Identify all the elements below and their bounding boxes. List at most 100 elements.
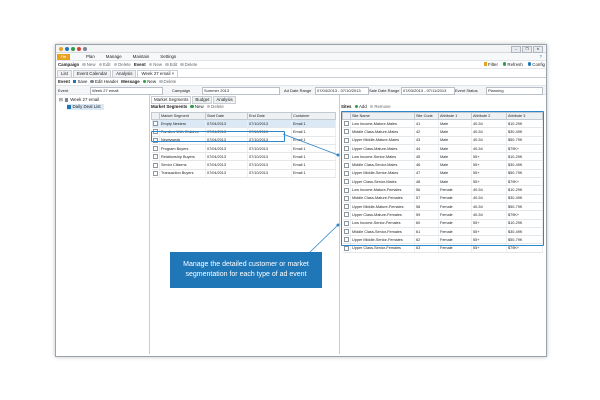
col-site-code[interactable]: Site Code [414, 112, 439, 120]
back-icon[interactable] [65, 46, 69, 51]
menu-maintain[interactable]: Maintain [133, 54, 150, 59]
tab-list[interactable]: List [57, 70, 72, 77]
config-button[interactable]: Config [527, 62, 545, 67]
row-checkbox[interactable] [343, 220, 349, 226]
col-start-date[interactable]: Start Date [205, 112, 248, 120]
campaign-edit-button[interactable]: Edit [98, 62, 111, 67]
message-delete-button[interactable]: Delete [159, 79, 176, 84]
col-end-date[interactable]: End Date [247, 112, 292, 120]
col-container[interactable]: Container [291, 112, 336, 120]
tree-expand-icon[interactable]: ⊟ [59, 97, 63, 103]
site-row[interactable]: Low Income-Mature-Females 56 Female 40-54 $1… [342, 185, 543, 195]
tab-market-segments[interactable]: Market Segments [151, 96, 192, 104]
select-all-header[interactable] [151, 112, 160, 120]
segment-row[interactable]: Senior Citizens 07/04/2013 07/10/2013 Email… [151, 160, 336, 170]
row-checkbox[interactable] [343, 121, 349, 127]
tab-center-analysis[interactable]: Analysis [213, 96, 236, 104]
save-button[interactable]: Save [72, 79, 87, 84]
site-row[interactable]: Upper Middle-Senior-Females 62 Female 55+ $5… [342, 235, 543, 245]
refresh-button[interactable]: Refresh [502, 62, 523, 67]
site-row[interactable]: Low Income-Mature-Males 41 Male 40-54 $10-29… [342, 119, 543, 129]
row-checkbox[interactable] [343, 170, 349, 176]
stop-icon[interactable] [77, 46, 81, 51]
event-field[interactable]: Week 27 email [90, 87, 163, 95]
row-checkbox[interactable] [343, 179, 349, 185]
site-row[interactable]: Middle Class-Mature-Females 57 Female 40-54… [342, 194, 543, 203]
campaign-delete-button[interactable]: Delete [113, 62, 131, 67]
event-new-button[interactable]: New [148, 62, 162, 67]
site-row[interactable]: Upper Class-Mature-Males 44 Male 40-54 $79K+ [342, 144, 543, 154]
home-icon[interactable] [83, 46, 87, 51]
row-checkbox[interactable] [343, 187, 349, 193]
row-checkbox[interactable] [343, 237, 349, 243]
menu-plan[interactable]: Plan [86, 54, 95, 59]
col-attribute-2[interactable]: Attribute 2 [471, 112, 507, 120]
campaign-field[interactable]: Summer 2013 [202, 87, 280, 95]
close-icon[interactable]: × [172, 71, 175, 76]
site-row[interactable]: Low Income-Senior-Females 60 Female 55+ $10-… [342, 219, 543, 228]
row-checkbox[interactable] [343, 195, 349, 201]
menu-settings[interactable]: Settings [160, 54, 176, 59]
tab-budget[interactable]: Budget [192, 96, 213, 104]
ad-date-range-field[interactable]: 07/04/2013 - 07/10/2013 [315, 87, 369, 95]
site-add-button[interactable]: Add [354, 104, 367, 109]
row-checkbox[interactable] [152, 170, 158, 176]
event-delete-button[interactable]: Delete [180, 62, 197, 67]
row-checkbox[interactable] [152, 162, 158, 168]
site-row[interactable]: Upper Middle-Mature-Males 43 Male 40-54 $50-… [342, 136, 543, 145]
tab-event-calendar[interactable]: Event Calendar [72, 70, 112, 77]
site-row[interactable]: Middle Class-Senior-Males 46 Male 55+ $30-49… [342, 160, 543, 170]
tree-item-week-27[interactable]: ⊟ Week 27 email [59, 97, 99, 103]
tab-week-27-email[interactable]: Week 27 email × [137, 70, 179, 77]
forward-icon[interactable] [71, 46, 75, 51]
campaign-new-button[interactable]: New [82, 62, 96, 67]
row-checkbox[interactable] [343, 162, 349, 168]
message-new-button[interactable]: New [142, 79, 156, 84]
site-remove-button[interactable]: Remove [369, 104, 391, 109]
tree-item-daily-deal-list[interactable]: Daily Deal List [67, 104, 104, 110]
segment-row[interactable]: Relationship Buyers 07/04/2013 07/10/2013 E… [151, 152, 336, 162]
col-attribute-3[interactable]: Attribute 3 [506, 112, 543, 120]
site-row[interactable]: Upper Class-Mature-Females 59 Female 40-54 $… [342, 210, 543, 220]
row-checkbox[interactable] [152, 129, 158, 135]
row-checkbox[interactable] [343, 204, 349, 210]
edit-header-button[interactable]: Edit Header [90, 79, 118, 84]
site-row[interactable]: Upper Middle-Mature-Females 58 Female 40-54… [342, 202, 543, 212]
segment-delete-button[interactable]: Delete [206, 104, 224, 109]
col-attribute-1[interactable]: Attribute 1 [438, 112, 472, 120]
row-checkbox[interactable] [152, 137, 158, 143]
close-button[interactable]: ✕ [533, 46, 543, 53]
site-row[interactable]: Middle Class-Senior-Females 61 Female 55+ $3… [342, 227, 543, 237]
col-market-segment[interactable]: Market Segment [159, 112, 206, 120]
segment-row[interactable]: Empty Nesters 07/04/2013 07/10/2013 Email 1 [151, 119, 336, 129]
segment-row[interactable]: Newlyweds 07/04/2013 07/10/2013 Email 1 [151, 136, 336, 145]
row-checkbox[interactable] [343, 154, 349, 160]
row-checkbox[interactable] [343, 212, 349, 218]
segment-row[interactable]: Program Buyers 07/04/2013 07/10/2013 Email … [151, 144, 336, 154]
row-checkbox[interactable] [343, 137, 349, 143]
site-row[interactable]: Upper Class-Senior-Males 48 Male 55+ $79K+ [342, 177, 543, 187]
help-icon[interactable]: ? [540, 54, 542, 59]
maximize-button[interactable]: ❐ [522, 46, 532, 53]
row-checkbox[interactable] [343, 146, 349, 152]
row-checkbox[interactable] [152, 154, 158, 160]
segment-row[interactable]: Families With Children 07/04/2013 07/10/20… [151, 127, 336, 137]
file-menu-button[interactable]: File [57, 53, 70, 60]
minimize-button[interactable]: – [511, 46, 521, 53]
row-checkbox[interactable] [152, 121, 158, 127]
row-checkbox[interactable] [343, 229, 349, 234]
menu-manage[interactable]: Manage [106, 54, 122, 59]
col-site-name[interactable]: Site Name [350, 112, 415, 120]
row-checkbox[interactable] [343, 129, 349, 135]
site-row[interactable]: Low Income-Senior-Males 45 Male 55+ $10-29K [342, 152, 543, 162]
event-edit-button[interactable]: Edit [165, 62, 177, 67]
select-all-sites-header[interactable] [342, 112, 351, 120]
segment-new-button[interactable]: New [190, 104, 204, 109]
row-checkbox[interactable] [343, 245, 349, 251]
site-row[interactable]: Middle Class-Mature-Males 42 Male 40-54 $30-… [342, 127, 543, 137]
site-row[interactable]: Upper Class-Senior-Females 63 Female 55+ $79… [342, 243, 543, 253]
event-status-field[interactable]: Planning [486, 87, 543, 95]
filter-button[interactable]: Filter [483, 62, 498, 67]
row-checkbox[interactable] [152, 146, 158, 152]
segment-row[interactable]: Transaction Buyers 07/04/2013 07/10/2013 Em… [151, 169, 336, 179]
